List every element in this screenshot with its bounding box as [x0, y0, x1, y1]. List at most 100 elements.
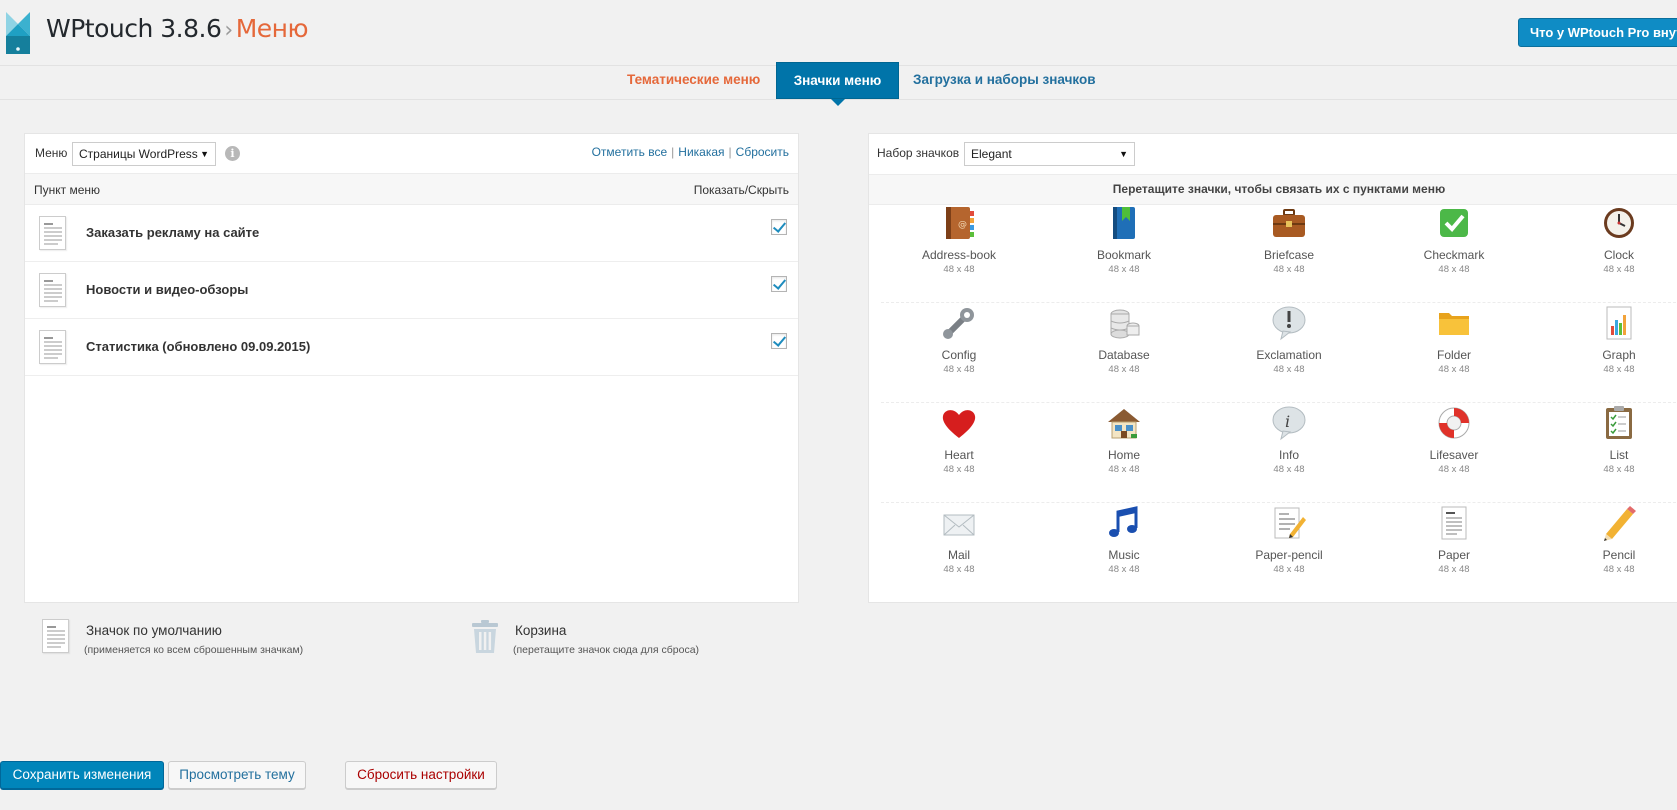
- menu-select[interactable]: Страницы WordPress ▼: [72, 142, 216, 166]
- menu-select-value: Страницы WordPress: [79, 147, 198, 161]
- icon-name: Folder: [1436, 348, 1471, 362]
- icon-name: Pencil: [1602, 548, 1636, 562]
- list-icon[interactable]: [1600, 404, 1638, 442]
- select-none-link[interactable]: Никакая: [678, 145, 724, 159]
- icon-tile-exclamation[interactable]: Exclamation 48 x 48: [1224, 304, 1354, 375]
- icon-set-select[interactable]: Elegant ▼: [964, 142, 1135, 166]
- trash-subtitle: (перетащите значок сюда для сброса): [513, 644, 700, 656]
- page-icon[interactable]: [39, 273, 66, 307]
- preview-theme-button[interactable]: Просмотреть тему: [168, 761, 306, 789]
- show-hide-checkbox[interactable]: [771, 333, 787, 349]
- icon-tile-home[interactable]: Home 48 x 48: [1059, 404, 1189, 475]
- heart-icon[interactable]: [940, 404, 978, 442]
- menu-item-row[interactable]: Заказать рекламу на сайте: [25, 205, 798, 262]
- home-icon[interactable]: [1105, 404, 1143, 442]
- check-all-link[interactable]: Отметить все: [592, 145, 668, 159]
- icon-tile-folder[interactable]: Folder 48 x 48: [1389, 304, 1519, 375]
- icon-tile-graph[interactable]: Graph 48 x 48: [1554, 304, 1677, 375]
- page-icon[interactable]: [39, 330, 66, 364]
- mail-icon[interactable]: [940, 504, 978, 542]
- address-book-icon[interactable]: @: [940, 204, 978, 242]
- default-icon-dropzone[interactable]: [42, 619, 69, 653]
- trash-icon[interactable]: [472, 620, 498, 653]
- icon-tile-pencil[interactable]: Pencil 48 x 48: [1554, 504, 1677, 575]
- clock-icon[interactable]: [1600, 204, 1638, 242]
- icon-tile-briefcase[interactable]: Briefcase 48 x 48: [1224, 204, 1354, 275]
- reset-settings-button[interactable]: Сбросить настройки: [345, 761, 497, 789]
- menu-item-row[interactable]: Новости и видео-обзоры: [25, 262, 798, 319]
- briefcase-icon[interactable]: [1270, 204, 1308, 242]
- page-icon[interactable]: [39, 216, 66, 250]
- breadcrumb-current: Меню: [235, 14, 309, 43]
- icon-row-divider: [881, 402, 1677, 403]
- music-icon[interactable]: [1105, 504, 1143, 542]
- icon-size: 48 x 48: [1438, 564, 1470, 575]
- column-header-item: Пункт меню: [34, 183, 101, 197]
- lifesaver-icon[interactable]: [1435, 404, 1473, 442]
- checkmark-icon[interactable]: [1435, 204, 1473, 242]
- icon-drag-hint: Перетащите значки, чтобы связать их с пу…: [869, 174, 1677, 205]
- tab-icon-uploads[interactable]: Загрузка и наборы значков: [913, 72, 1096, 87]
- icon-tile-lifesaver[interactable]: Lifesaver 48 x 48: [1389, 404, 1519, 475]
- icon-row-divider: [881, 502, 1677, 503]
- icon-name: Home: [1107, 448, 1140, 462]
- icon-name: List: [1609, 448, 1629, 462]
- wptouch-pro-button[interactable]: Что у WPtouch Pro внутри?: [1518, 18, 1677, 47]
- icon-tile-clock[interactable]: Clock 48 x 48: [1554, 204, 1677, 275]
- icon-name: Music: [1108, 548, 1140, 562]
- info-icon[interactable]: i: [1270, 404, 1308, 442]
- reset-link[interactable]: Сбросить: [736, 145, 789, 159]
- icon-size: 48 x 48: [1273, 364, 1305, 375]
- paper-pencil-icon[interactable]: [1270, 504, 1308, 542]
- menu-item-row[interactable]: Статистика (обновлено 09.09.2015): [25, 319, 798, 376]
- folder-icon[interactable]: [1435, 304, 1473, 342]
- icon-tile-paper-pencil[interactable]: Paper-pencil 48 x 48: [1224, 504, 1354, 575]
- exclamation-icon[interactable]: [1270, 304, 1308, 342]
- chevron-down-icon: ▼: [200, 149, 209, 159]
- icon-size: 48 x 48: [1603, 464, 1635, 475]
- show-hide-checkbox[interactable]: [771, 276, 787, 292]
- show-hide-checkbox[interactable]: [771, 219, 787, 235]
- pencil-icon[interactable]: [1600, 504, 1638, 542]
- icon-tile-config[interactable]: Config 48 x 48: [894, 304, 1024, 375]
- icon-tile-paper[interactable]: Paper 48 x 48: [1389, 504, 1519, 575]
- icon-size: 48 x 48: [1108, 564, 1140, 575]
- link-separator: |: [671, 145, 675, 159]
- svg-text:@: @: [958, 220, 967, 230]
- icon-tile-heart[interactable]: Heart 48 x 48: [894, 404, 1024, 475]
- icon-name: Heart: [944, 448, 974, 462]
- database-icon[interactable]: [1105, 304, 1143, 342]
- config-icon[interactable]: [940, 304, 978, 342]
- tab-theme-menus[interactable]: Тематические меню: [627, 72, 760, 87]
- icon-tile-bookmark[interactable]: Bookmark 48 x 48: [1059, 204, 1189, 275]
- icon-tile-mail[interactable]: Mail 48 x 48: [894, 504, 1024, 575]
- icon-name: Address-book: [921, 248, 997, 262]
- default-icon-title: Значок по умолчанию: [86, 623, 222, 638]
- graph-icon[interactable]: [1600, 304, 1638, 342]
- menu-rows: Заказать рекламу на сайте Новости и видео…: [25, 205, 798, 376]
- icon-size: 48 x 48: [943, 564, 975, 575]
- icon-size: 48 x 48: [943, 364, 975, 375]
- icon-tile-info[interactable]: i Info 48 x 48: [1224, 404, 1354, 475]
- default-icon-subtitle: (применяется ко всем сброшенным значкам): [84, 644, 304, 656]
- icon-size: 48 x 48: [1108, 364, 1140, 375]
- icon-name: Database: [1098, 348, 1150, 362]
- icon-size: 48 x 48: [1438, 464, 1470, 475]
- menu-item-label: Новости и видео-обзоры: [86, 282, 249, 297]
- paper-icon[interactable]: [1435, 504, 1473, 542]
- icon-set-panel: Набор значков Elegant ▼ Перетащите значк…: [868, 133, 1677, 603]
- icon-tile-database[interactable]: Database 48 x 48: [1059, 304, 1189, 375]
- icon-tile-checkmark[interactable]: Checkmark 48 x 48: [1389, 204, 1519, 275]
- icon-tile-list[interactable]: List 48 x 48: [1554, 404, 1677, 475]
- icon-name: Paper: [1437, 548, 1471, 562]
- trash-title: Корзина: [515, 623, 567, 638]
- icon-size: 48 x 48: [1438, 264, 1470, 275]
- selection-links: Отметить все | Никакая | Сбросить: [592, 145, 789, 159]
- tab-menu-icons[interactable]: Значки меню: [776, 62, 899, 99]
- bookmark-icon[interactable]: [1105, 204, 1143, 242]
- icon-tile-music[interactable]: Music 48 x 48: [1059, 504, 1189, 575]
- icon-tile-address-book[interactable]: @ Address-book 48 x 48: [894, 204, 1024, 275]
- info-icon[interactable]: i: [225, 146, 240, 161]
- save-changes-button[interactable]: Сохранить изменения: [0, 761, 164, 789]
- icon-size: 48 x 48: [943, 264, 975, 275]
